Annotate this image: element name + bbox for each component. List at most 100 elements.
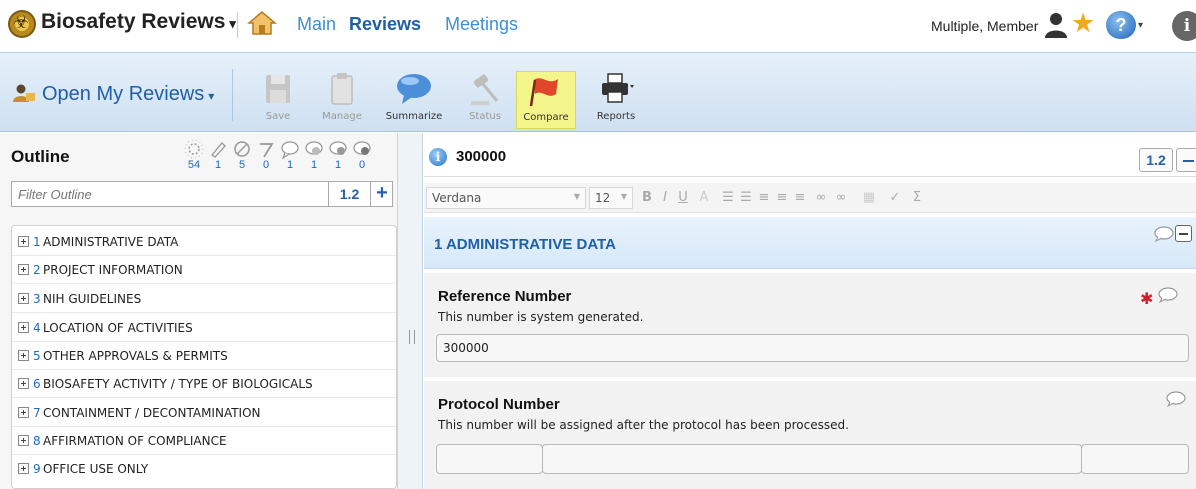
splitter-grip-icon[interactable] xyxy=(409,330,415,344)
outline-item-number: 9 xyxy=(33,462,41,476)
outline-item[interactable]: 8 AFFIRMATION OF COMPLIANCE xyxy=(12,427,396,455)
summarize-button[interactable]: Summarize xyxy=(384,71,444,129)
status-filter-edited[interactable]: 1 xyxy=(207,139,229,175)
reference-number-block: Reference Number This number is system g… xyxy=(424,273,1196,377)
summarize-label: Summarize xyxy=(385,111,443,122)
outline-item[interactable]: 2 PROJECT INFORMATION xyxy=(12,256,396,284)
help-icon[interactable]: ? xyxy=(1106,11,1136,39)
save-button[interactable]: Save xyxy=(248,71,308,129)
collapse-button[interactable] xyxy=(1176,148,1196,172)
align-center-icon[interactable]: ≡ xyxy=(774,189,790,207)
protocol-number-suffix-field[interactable] xyxy=(1081,444,1189,474)
outline-item-number: 6 xyxy=(33,377,41,391)
sigma-button[interactable]: Σ xyxy=(910,189,924,207)
toolbar: Open My Reviews▾ Save Manage Summarize xyxy=(0,52,1196,132)
outline-item[interactable]: 7 CONTAINMENT / DECONTAMINATION xyxy=(12,399,396,427)
pane-splitter[interactable] xyxy=(397,133,423,489)
outline-panel: Outline 54 1 5 0 1 1 1 0 Filter Outline … xyxy=(0,133,397,489)
protocol-number-prefix-field[interactable] xyxy=(436,444,543,474)
comment-icon[interactable] xyxy=(1166,391,1186,407)
required-icon: ✱ xyxy=(1140,289,1154,308)
underline-button[interactable]: U xyxy=(676,189,690,207)
section-title: 1 ADMINISTRATIVE DATA xyxy=(434,236,616,253)
status-filter-checked[interactable]: 0 xyxy=(255,139,277,175)
link-icon[interactable]: ∞ xyxy=(812,189,830,207)
expand-icon[interactable] xyxy=(18,350,29,361)
collapse-section-button[interactable] xyxy=(1175,225,1192,242)
expand-icon[interactable] xyxy=(18,463,29,474)
expand-icon[interactable] xyxy=(18,435,29,446)
status-count: 1 xyxy=(334,159,342,171)
text-size-button[interactable]: 1.2 xyxy=(1139,148,1173,172)
printer-icon xyxy=(602,73,634,103)
home-icon[interactable] xyxy=(247,10,277,36)
comment-reply-icon xyxy=(305,141,323,155)
compare-label: Compare xyxy=(523,112,569,123)
chevron-down-icon[interactable]: ▾ xyxy=(1138,20,1143,31)
status-filter-all[interactable]: 54 xyxy=(183,139,205,175)
app-title-menu[interactable]: Biosafety Reviews ▾ xyxy=(41,10,236,34)
expand-icon[interactable] xyxy=(18,236,29,247)
italic-button[interactable]: I xyxy=(658,189,672,207)
align-right-icon[interactable]: ≡ xyxy=(792,189,808,207)
status-filter-comment-resolved[interactable]: 1 xyxy=(327,139,349,175)
spellcheck-icon[interactable]: ✓ xyxy=(886,189,904,207)
protocol-number-field[interactable] xyxy=(542,444,1082,474)
manage-button[interactable]: Manage xyxy=(312,71,372,129)
blocked-icon xyxy=(234,141,250,157)
outline-item[interactable]: 9 OFFICE USE ONLY xyxy=(12,455,396,483)
info-icon[interactable]: i xyxy=(1172,11,1196,41)
user-icon[interactable] xyxy=(1043,11,1069,39)
expand-icon[interactable] xyxy=(18,293,29,304)
comment-icon[interactable] xyxy=(1154,226,1174,242)
font-size-select[interactable]: 12 ▼ xyxy=(589,187,633,209)
font-family-select[interactable]: Verdana ▼ xyxy=(426,187,586,209)
info-icon[interactable]: i xyxy=(429,148,447,166)
reports-label: Reports xyxy=(596,111,636,122)
outline-item[interactable]: 6 BIOSAFETY ACTIVITY / TYPE OF BIOLOGICA… xyxy=(12,370,396,398)
compare-button[interactable]: Compare xyxy=(516,71,576,129)
tab-main[interactable]: Main xyxy=(297,14,336,35)
outline-item-number: 4 xyxy=(33,321,41,335)
status-filter-comment-closed[interactable]: 0 xyxy=(351,139,373,175)
bold-button[interactable]: B xyxy=(640,189,654,207)
expand-all-button[interactable]: + xyxy=(370,182,393,206)
unlink-icon[interactable]: ∞ xyxy=(832,189,850,207)
status-button[interactable]: Status xyxy=(455,71,515,129)
outline-item[interactable]: 3 NIH GUIDELINES xyxy=(12,285,396,313)
status-label: Status xyxy=(469,111,501,122)
filter-outline-box: 1.2 + xyxy=(11,181,393,207)
user-name[interactable]: Multiple, Member xyxy=(931,18,1038,34)
expand-icon[interactable] xyxy=(18,407,29,418)
expand-icon[interactable] xyxy=(18,264,29,275)
bullet-list-icon[interactable]: ☰ xyxy=(738,189,754,207)
align-left-icon[interactable]: ≡ xyxy=(756,189,772,207)
numbered-list-icon[interactable]: ☰ xyxy=(720,189,736,207)
outline-item-label: OTHER APPROVALS & PERMITS xyxy=(43,349,228,363)
outline-item[interactable]: 5 OTHER APPROVALS & PERMITS xyxy=(12,342,396,370)
outline-item[interactable]: 4 LOCATION OF ACTIVITIES xyxy=(12,314,396,342)
font-color-icon[interactable]: A xyxy=(696,189,712,207)
status-filter-comment[interactable]: 1 xyxy=(279,139,301,175)
font-size-value: 12 xyxy=(595,191,611,205)
status-filter-comment-reply[interactable]: 1 xyxy=(303,139,325,175)
reference-number-field[interactable]: 300000 xyxy=(436,334,1189,362)
save-label: Save xyxy=(265,111,291,122)
app-title: Biosafety Reviews xyxy=(41,10,226,33)
filter-outline-input[interactable] xyxy=(12,182,328,206)
outline-item[interactable]: 1 ADMINISTRATIVE DATA xyxy=(12,228,396,256)
star-icon[interactable]: ★ xyxy=(1071,9,1095,39)
status-count: 0 xyxy=(358,159,366,171)
expand-icon[interactable] xyxy=(18,322,29,333)
comment-icon[interactable] xyxy=(1158,287,1178,303)
expand-icon[interactable] xyxy=(18,378,29,389)
tab-reviews[interactable]: Reviews xyxy=(349,14,421,35)
status-filter-blocked[interactable]: 5 xyxy=(231,139,253,175)
reports-button[interactable]: Reports xyxy=(586,71,646,129)
text-size-button[interactable]: 1.2 xyxy=(328,182,370,206)
table-icon[interactable]: ▦ xyxy=(858,189,880,207)
open-my-reviews-button[interactable]: Open My Reviews ▾ xyxy=(12,83,214,106)
tab-meetings[interactable]: Meetings xyxy=(445,14,518,35)
pencil-icon xyxy=(211,142,226,158)
field-help-text: This number will be assigned after the p… xyxy=(438,418,849,432)
